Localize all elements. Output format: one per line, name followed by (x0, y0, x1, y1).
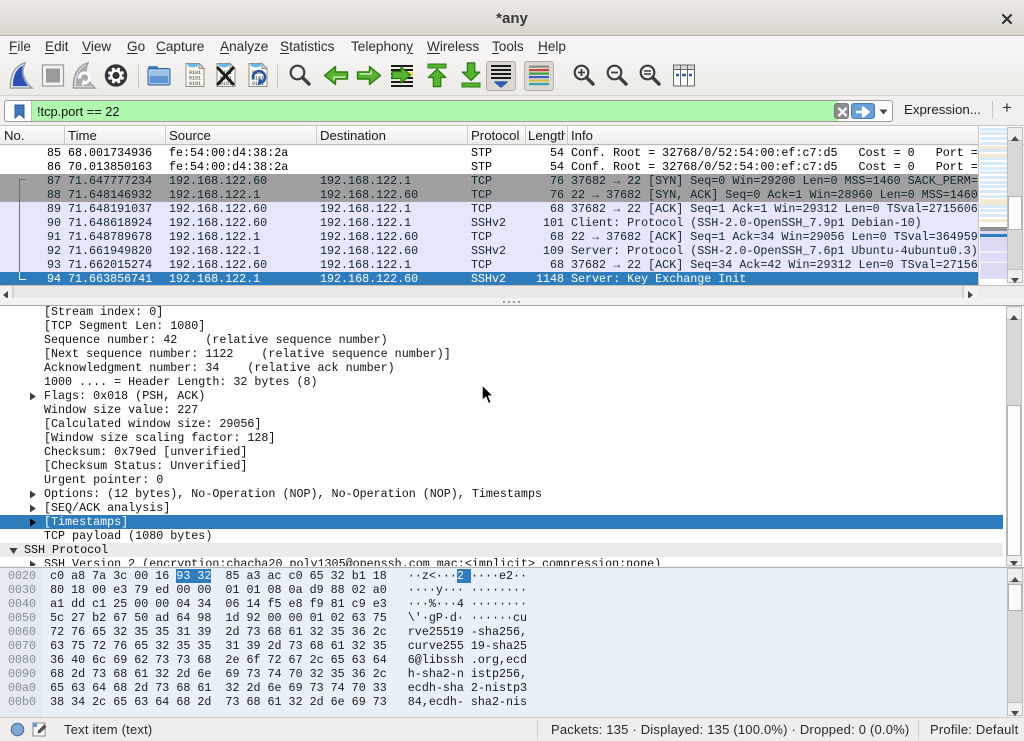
svg-text:0101: 0101 (189, 81, 201, 87)
